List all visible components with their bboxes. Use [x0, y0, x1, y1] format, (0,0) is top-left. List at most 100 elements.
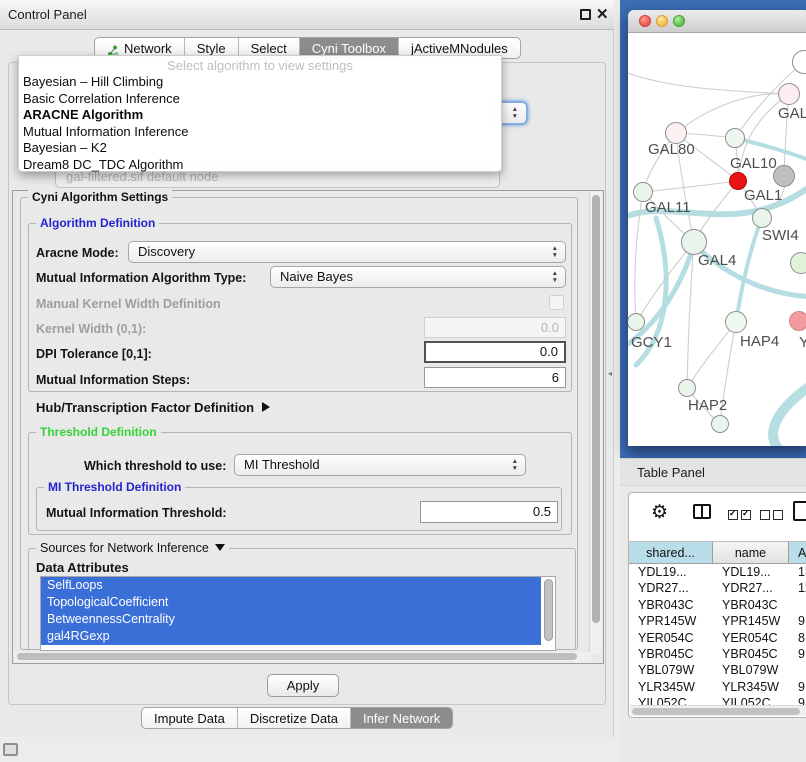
desktop-background: GAL GAL80 GAL10 GAL1 GAL11 SWI4 GAL4 GCY…: [620, 0, 806, 458]
threshold-definition-title: Threshold Definition: [36, 425, 161, 439]
list-item[interactable]: gal4RGexp: [41, 628, 541, 645]
mi-steps-field[interactable]: 6: [424, 367, 566, 388]
algorithm-definition-title: Algorithm Definition: [36, 216, 159, 230]
dropdown-item-bayesian-k2[interactable]: Bayesian – K2: [19, 140, 501, 157]
apply-button[interactable]: Apply: [267, 674, 339, 697]
mi-threshold-definition-title: MI Threshold Definition: [44, 480, 185, 494]
kernel-width-field[interactable]: 0.0: [424, 317, 566, 338]
column-header-partial[interactable]: A: [789, 541, 806, 564]
kernel-width-label: Kernel Width (0,1):: [36, 322, 146, 336]
window-close-icon[interactable]: [639, 15, 651, 27]
table-rows: YDL19...YDL19...13 YDR27...YDR27...12 YB…: [629, 564, 806, 706]
node-label: GAL80: [648, 141, 695, 158]
node-label: GAL11: [645, 199, 691, 216]
algorithm-combobox-end[interactable]: ▲▼: [498, 101, 528, 125]
table-row[interactable]: YBL079WYBL079W: [629, 662, 806, 678]
control-panel-title: Control Panel: [8, 0, 87, 30]
network-canvas[interactable]: GAL GAL80 GAL10 GAL1 GAL11 SWI4 GAL4 GCY…: [628, 33, 806, 446]
network-node-gal10[interactable]: [725, 128, 745, 148]
network-node-hap4[interactable]: [725, 311, 747, 333]
data-attributes-label: Data Attributes: [36, 560, 129, 575]
network-node-swi4[interactable]: [752, 208, 772, 228]
node-label: HAP4: [740, 333, 779, 350]
table-row[interactable]: YBR045CYBR045C9.: [629, 646, 806, 662]
gear-icon[interactable]: ⚙: [651, 503, 668, 523]
stepper-arrows-icon: ▲▼: [552, 270, 558, 284]
network-window-titlebar[interactable]: [628, 10, 806, 33]
dpi-tolerance-label: DPI Tolerance [0,1]:: [36, 347, 152, 361]
table-row[interactable]: YPR145WYPR145W9.: [629, 613, 806, 629]
stepper-arrows-icon: ▲▼: [512, 106, 518, 120]
manual-kernel-width-label: Manual Kernel Width Definition: [36, 297, 221, 311]
network-node[interactable]: [778, 83, 800, 105]
which-threshold-label: Which threshold to use:: [84, 459, 226, 473]
network-node[interactable]: [790, 252, 806, 274]
aracne-mode-combobox[interactable]: Discovery ▲▼: [128, 241, 566, 263]
table-row[interactable]: YLR345WYLR345W9.: [629, 679, 806, 695]
tab-discretize-data[interactable]: Discretize Data: [238, 708, 351, 728]
table-header-row: shared... name A: [629, 541, 806, 564]
horizontal-scrollbar[interactable]: [14, 652, 591, 662]
list-item[interactable]: BetweennessCentrality: [41, 611, 541, 628]
network-node[interactable]: [789, 311, 806, 331]
dropdown-item-bayesian-hill-climbing[interactable]: Bayesian – Hill Climbing: [19, 74, 501, 91]
manual-kernel-width-checkbox[interactable]: [549, 295, 564, 310]
table-panel-body: ⚙ shared... name A YDL19...YDL19...13 YD…: [628, 492, 806, 718]
list-item[interactable]: TopologicalCoefficient: [41, 594, 541, 611]
network-tab-icon: [107, 42, 119, 54]
dropdown-item-aracne[interactable]: ARACNE Algorithm: [19, 107, 501, 124]
network-view-window[interactable]: GAL GAL80 GAL10 GAL1 GAL11 SWI4 GAL4 GCY…: [628, 10, 806, 446]
column-header-name[interactable]: name: [713, 541, 789, 564]
dpi-tolerance-field[interactable]: 0.0: [424, 341, 566, 363]
splitter-collapse-icon[interactable]: ◂: [608, 369, 612, 378]
mi-threshold-field[interactable]: 0.5: [420, 501, 558, 523]
table-row[interactable]: YBR043CYBR043C: [629, 597, 806, 613]
table-row[interactable]: YER054CYER054C8.: [629, 630, 806, 646]
tab-infer-network[interactable]: Infer Network: [351, 708, 452, 728]
table-row[interactable]: YDL19...YDL19...13: [629, 564, 806, 580]
node-label: Y: [799, 334, 806, 351]
network-node[interactable]: [711, 415, 729, 433]
new-table-icon[interactable]: [793, 501, 806, 521]
tab-impute-data[interactable]: Impute Data: [142, 708, 238, 728]
data-attributes-list: SelfLoops TopologicalCoefficient Between…: [40, 576, 556, 651]
dropdown-placeholder: Select algorithm to view settings: [19, 57, 501, 74]
columns-icon[interactable]: [693, 504, 711, 519]
list-vertical-scrollbar[interactable]: [544, 579, 553, 647]
cyni-algorithm-settings-title: Cyni Algorithm Settings: [28, 190, 172, 204]
mi-algorithm-type-combobox[interactable]: Naive Bayes ▲▼: [270, 266, 566, 288]
dropdown-item-basic-correlation[interactable]: Basic Correlation Inference: [19, 91, 501, 108]
mi-algorithm-type-label: Mutual Information Algorithm Type:: [36, 271, 246, 285]
network-node-hap2[interactable]: [678, 379, 696, 397]
control-panel: Control Panel ✕ Network Style Select Cyn…: [0, 0, 614, 737]
chevron-down-icon: [215, 544, 225, 551]
close-icon[interactable]: ✕: [596, 4, 609, 26]
aracne-mode-label: Aracne Mode:: [36, 246, 119, 260]
which-threshold-combobox[interactable]: MI Threshold ▲▼: [234, 454, 526, 476]
column-header-shared-name[interactable]: shared...: [629, 541, 713, 564]
node-label: GAL1: [744, 187, 782, 204]
vertical-scrollbar[interactable]: [589, 192, 602, 654]
table-horizontal-scrollbar[interactable]: [630, 705, 806, 716]
stepper-arrows-icon: ▲▼: [512, 458, 518, 472]
select-all-checkboxes-icon[interactable]: [728, 507, 751, 525]
float-window-icon[interactable]: [580, 9, 591, 20]
window-minimize-icon[interactable]: [656, 15, 668, 27]
node-label: GAL10: [730, 155, 777, 172]
deselect-all-checkboxes-icon[interactable]: [760, 507, 783, 525]
restore-panel-icon[interactable]: [3, 743, 18, 756]
stepper-arrows-icon: ▲▼: [552, 245, 558, 259]
table-row[interactable]: YDR27...YDR27...12: [629, 580, 806, 596]
control-panel-titlebar: Control Panel ✕: [0, 0, 614, 30]
cyni-bottom-tabbar: Impute Data Discretize Data Infer Networ…: [141, 707, 453, 729]
hub-tf-definition-toggle[interactable]: Hub/Transcription Factor Definition: [36, 400, 270, 415]
list-item[interactable]: SelfLoops: [41, 577, 541, 594]
dropdown-item-mutual-information[interactable]: Mutual Information Inference: [19, 124, 501, 141]
sources-toggle[interactable]: Sources for Network Inference: [36, 541, 229, 555]
node-label: GAL4: [698, 252, 736, 269]
table-panel-title: Table Panel: [637, 459, 705, 487]
algorithm-dropdown-list: Select algorithm to view settings Bayesi…: [18, 55, 502, 172]
window-zoom-icon[interactable]: [673, 15, 685, 27]
dropdown-item-dream8[interactable]: Dream8 DC_TDC Algorithm: [19, 157, 501, 174]
mi-steps-label: Mutual Information Steps:: [36, 373, 190, 387]
